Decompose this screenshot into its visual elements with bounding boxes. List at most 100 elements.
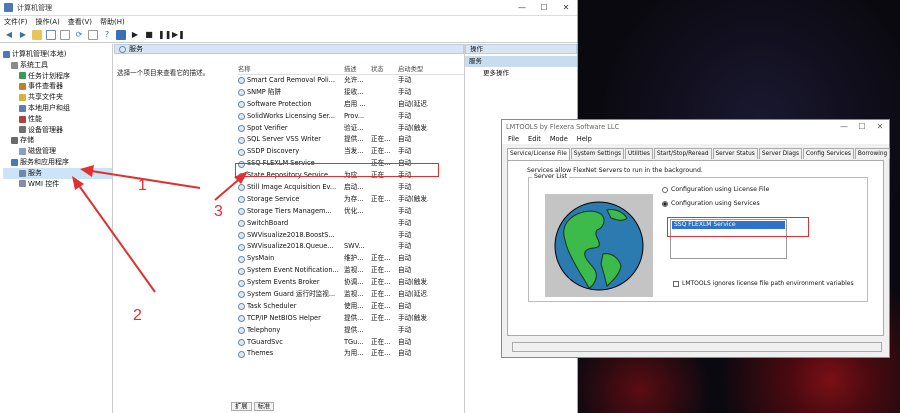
table-row[interactable]: Spot Verifier 验证... 手动(触发... bbox=[238, 123, 464, 135]
back-icon[interactable]: ◀ bbox=[4, 30, 14, 40]
view-icon[interactable] bbox=[116, 30, 126, 40]
service-name: SSDP Discovery bbox=[247, 147, 300, 156]
service-status-cell bbox=[371, 87, 398, 99]
service-status-cell: 正在... bbox=[371, 194, 391, 203]
tab-server-status[interactable]: Server Status bbox=[712, 148, 758, 159]
lmtools-window: LMTOOLS by Flexera Software LLC — ☐ ✕ Fi… bbox=[501, 119, 891, 358]
table-row[interactable]: System Guard 运行时监视... 监视... 正在... 自动(延迟... bbox=[238, 289, 464, 301]
export-icon[interactable] bbox=[88, 30, 98, 40]
table-row[interactable]: SSDP Discovery 当发... 正在... 手动 bbox=[238, 146, 464, 158]
tree-item[interactable]: 本地用户和组 bbox=[3, 103, 112, 114]
service-name: Smart Card Removal Poli... bbox=[247, 76, 335, 84]
table-row[interactable]: SNMP 陷阱 接收... 手动 bbox=[238, 87, 464, 99]
close-button[interactable]: ✕ bbox=[555, 3, 577, 12]
table-row[interactable]: SWVisualize2018.BoostS... 手动 bbox=[238, 230, 464, 242]
menu-help[interactable]: 帮助(H) bbox=[100, 17, 125, 27]
forward-icon[interactable]: ▶ bbox=[18, 30, 28, 40]
service-status-cell bbox=[371, 230, 398, 242]
service-status-cell: 正在... bbox=[371, 337, 391, 346]
service-status-cell: 正在... bbox=[371, 254, 391, 263]
service-name: SwitchBoard bbox=[247, 218, 289, 227]
show-hide-tree-icon[interactable] bbox=[46, 30, 56, 40]
lmtools-menu-help[interactable]: Help bbox=[577, 135, 592, 143]
service-startup-cell: 自动(延迟... bbox=[398, 99, 428, 108]
lmtools-maximize-button[interactable]: ☐ bbox=[853, 122, 871, 131]
service-name-cell: SSDP Discovery bbox=[238, 146, 344, 158]
properties-icon[interactable] bbox=[60, 30, 70, 40]
tree-item[interactable]: 服务和应用程序 bbox=[3, 157, 112, 168]
menu-view[interactable]: 查看(V) bbox=[68, 17, 92, 27]
restart-icon[interactable]: ▶❚ bbox=[172, 30, 185, 40]
tree-item[interactable]: WMI 控件 bbox=[3, 179, 112, 190]
service-name: Storage Service bbox=[247, 194, 300, 203]
table-row[interactable]: SQL Server VSS Writer 提供... 正在... 自动 bbox=[238, 134, 464, 146]
table-row[interactable]: System Event Notification... 监视... 正在... 自动 bbox=[238, 265, 464, 277]
column-name[interactable]: 名称 bbox=[238, 65, 344, 74]
radio-services[interactable]: Configuration using Services bbox=[662, 200, 760, 207]
tab-start-stop-reread[interactable]: Start/Stop/Reread bbox=[653, 148, 712, 159]
table-row[interactable]: TGuardSvc TGu... 正在... 自动 bbox=[238, 337, 464, 349]
table-row[interactable]: SwitchBoard 手动 bbox=[238, 218, 464, 230]
table-row[interactable]: SWVisualize2018.Queue... SWV... 手动 bbox=[238, 241, 464, 253]
stop-icon[interactable]: ■ bbox=[144, 30, 154, 40]
tab-standard[interactable]: 标准 bbox=[253, 402, 275, 411]
radio-license-file[interactable]: Configuration using License File bbox=[662, 186, 769, 193]
tab-borrowing[interactable]: Borrowing bbox=[854, 148, 891, 159]
tree-item-label: 事件查看器 bbox=[28, 82, 63, 91]
table-row[interactable]: Storage Service 为存... 正在... 手动(触发... bbox=[238, 194, 464, 206]
table-row[interactable]: SolidWorks Licensing Ser... Prov... 手动 bbox=[238, 111, 464, 123]
table-row[interactable]: TCP/IP NetBIOS Helper 提供... 正在... 手动(触发... bbox=[238, 313, 464, 325]
column-description[interactable]: 描述 bbox=[344, 65, 371, 74]
column-status[interactable]: 状态 bbox=[371, 65, 398, 74]
tree-item[interactable]: 性能 bbox=[3, 114, 112, 125]
services-header-label: 服务 bbox=[129, 45, 143, 53]
tree-item[interactable]: 服务 bbox=[3, 167, 112, 179]
play-icon[interactable]: ▶ bbox=[130, 30, 140, 40]
table-row[interactable]: System Events Broker 协调... 正在... 自动(触发... bbox=[238, 277, 464, 289]
table-row[interactable]: Software Protection 启用 ... 自动(延迟... bbox=[238, 99, 464, 111]
tab-utilities[interactable]: Utilities bbox=[625, 148, 653, 159]
table-row[interactable]: Task Scheduler 使用... 正在... 自动 bbox=[238, 301, 464, 313]
tab-system-settings[interactable]: System Settings bbox=[570, 148, 625, 159]
tree-item[interactable]: 系统工具 bbox=[3, 60, 112, 71]
refresh-icon[interactable]: ⟳ bbox=[74, 30, 84, 40]
table-row[interactable]: Themes 为用... 正在... 自动 bbox=[238, 348, 464, 360]
more-actions[interactable]: 更多操作 bbox=[465, 67, 577, 79]
lmtools-menu-file[interactable]: File bbox=[508, 135, 519, 143]
menu-file[interactable]: 文件(F) bbox=[4, 17, 28, 27]
minimize-button[interactable]: — bbox=[511, 3, 533, 12]
table-row[interactable]: SysMain 维护... 正在... 自动 bbox=[238, 253, 464, 265]
computer-management-window: 计算机管理 — ☐ ✕ 文件(F) 操作(A) 查看(V) 帮助(H) ◀ ▶ … bbox=[0, 0, 578, 413]
ignore-env-checkbox[interactable]: LMTOOLS ignores license file path enviro… bbox=[673, 280, 854, 287]
pause-icon[interactable]: ❚❚ bbox=[158, 30, 171, 40]
tab-extended[interactable]: 扩展 bbox=[231, 402, 252, 411]
lmtools-menu-mode[interactable]: Mode bbox=[550, 135, 568, 143]
log-icon bbox=[19, 83, 26, 91]
tree-item[interactable]: 设备管理器 bbox=[3, 125, 112, 136]
lmtools-close-button[interactable]: ✕ bbox=[871, 122, 889, 131]
help-icon[interactable]: ? bbox=[102, 30, 112, 40]
table-row[interactable]: Still Image Acquisition Ev... 启动... 手动 bbox=[238, 182, 464, 194]
tree-item[interactable]: 存储 bbox=[3, 135, 112, 146]
menu-action[interactable]: 操作(A) bbox=[36, 17, 60, 27]
column-startup-type[interactable]: 启动类型 bbox=[398, 65, 428, 74]
gear-icon bbox=[238, 196, 245, 204]
service-name-cell: Smart Card Removal Poli... bbox=[238, 75, 344, 87]
lmtools-minimize-button[interactable]: — bbox=[835, 122, 853, 131]
tree-item[interactable]: 磁盘管理 bbox=[3, 146, 112, 157]
computer-icon bbox=[3, 50, 10, 58]
table-row[interactable]: Telephony 提供... 手动 bbox=[238, 325, 464, 337]
tree-item[interactable]: 任务计划程序 bbox=[3, 71, 112, 82]
lmtools-menu-edit[interactable]: Edit bbox=[528, 135, 541, 143]
tab-config-services[interactable]: Config Services bbox=[803, 148, 854, 159]
tab-service-license-file[interactable]: Service/License File bbox=[507, 148, 570, 160]
tree-item[interactable]: 计算机管理(本地) bbox=[3, 49, 112, 60]
up-folder-icon[interactable] bbox=[32, 30, 42, 40]
table-row[interactable]: Smart Card Removal Poli... 允许... 手动 bbox=[238, 75, 464, 87]
tree-item[interactable]: 事件查看器 bbox=[3, 81, 112, 92]
actions-services[interactable]: 服务 bbox=[465, 56, 577, 67]
table-row[interactable]: Storage Tiers Managem... 优化... 手动 bbox=[238, 206, 464, 218]
tree-item[interactable]: 共享文件夹 bbox=[3, 92, 112, 103]
tab-server-diags[interactable]: Server Diags bbox=[758, 148, 803, 159]
maximize-button[interactable]: ☐ bbox=[533, 3, 555, 12]
